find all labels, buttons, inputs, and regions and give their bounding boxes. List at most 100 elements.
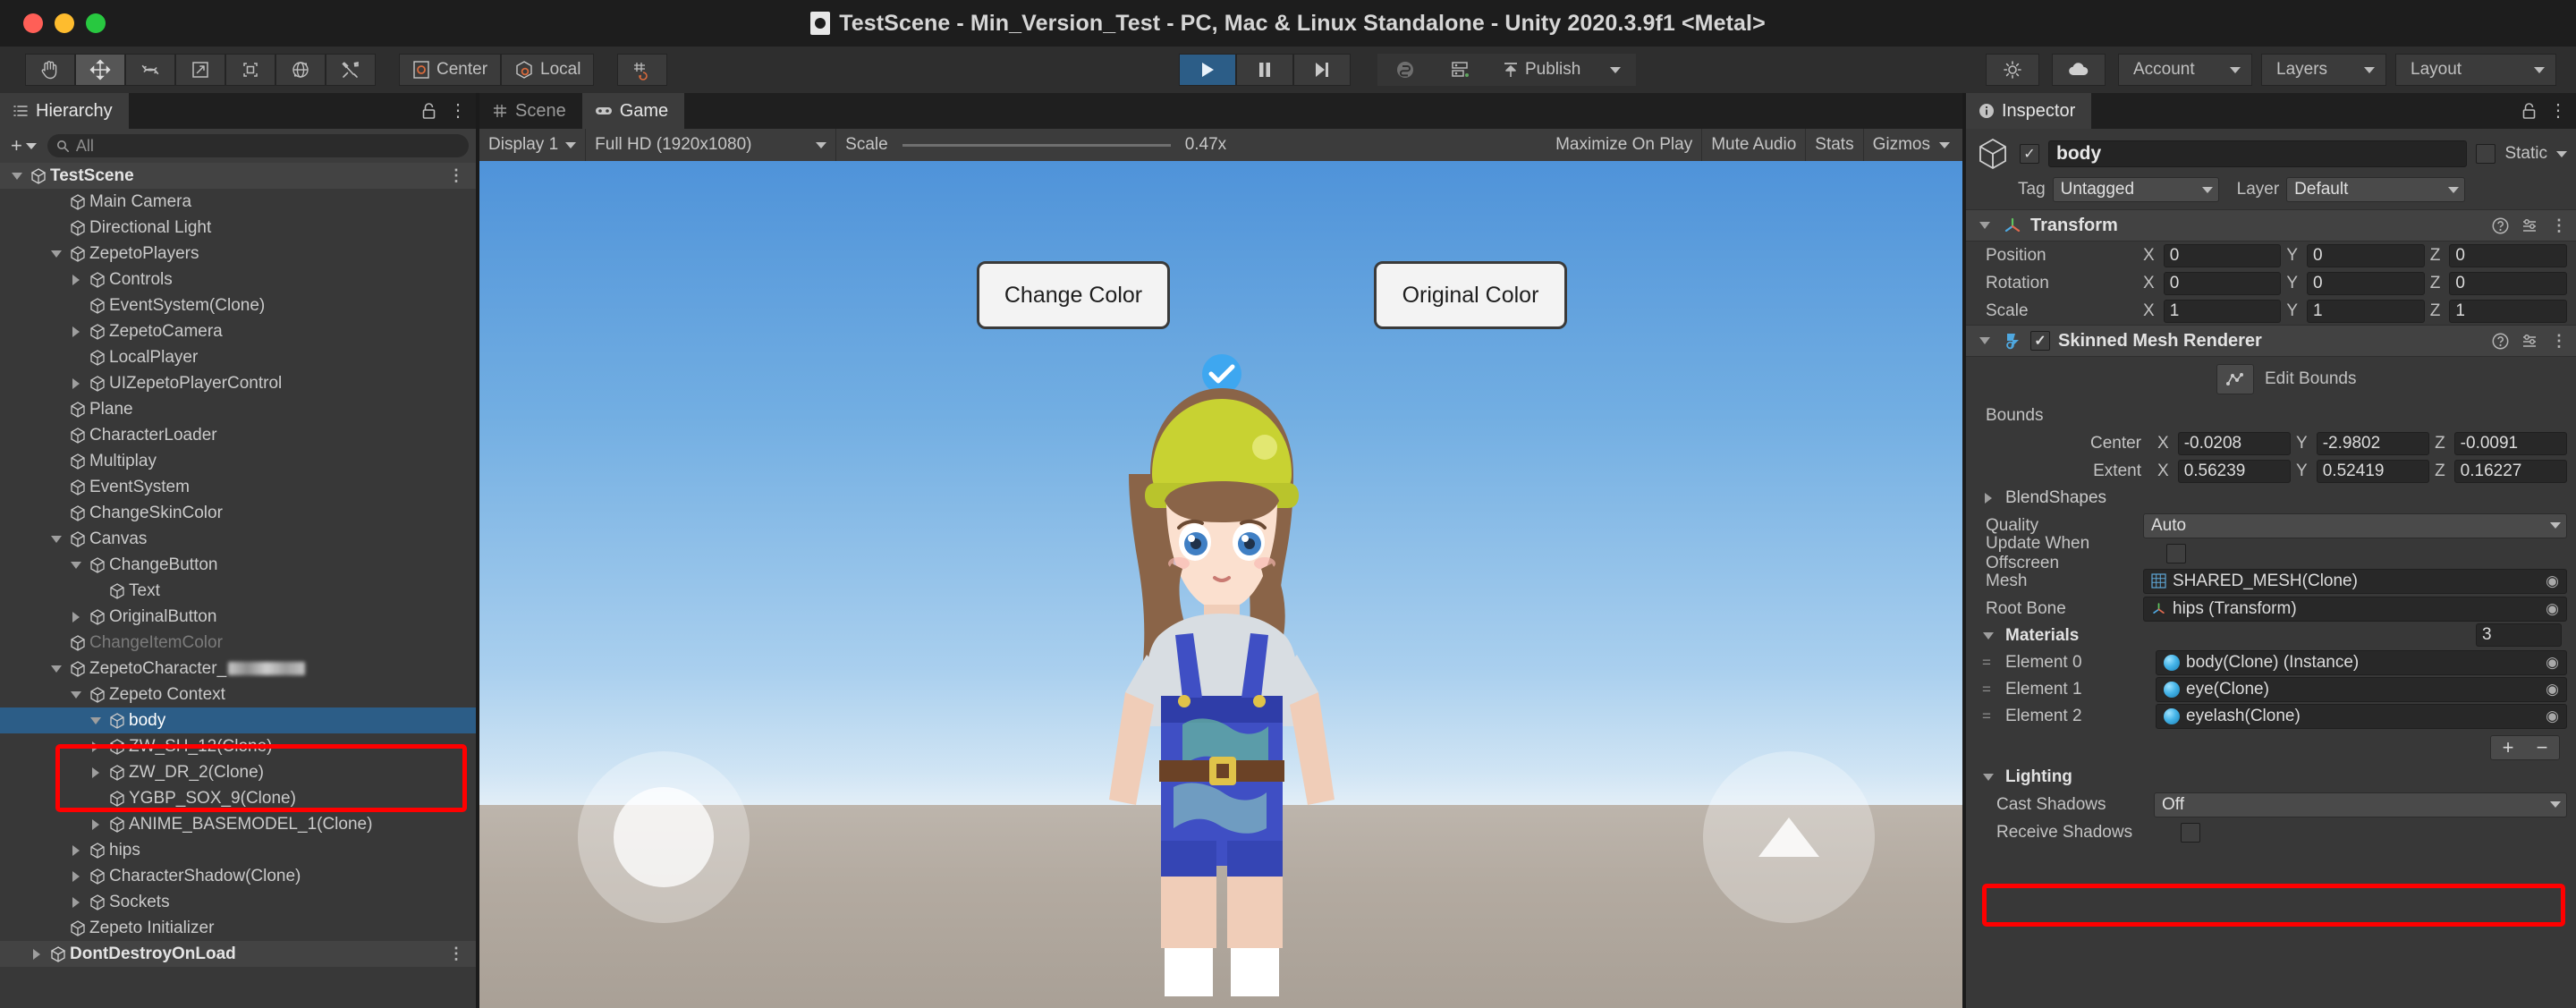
scale-tool-button[interactable] (175, 54, 225, 86)
play-button[interactable] (1179, 54, 1236, 86)
original-color-button[interactable]: Original Color (1374, 261, 1567, 329)
move-tool-button[interactable] (75, 54, 125, 86)
hierarchy-item-zw-dr-2-clone[interactable]: ZW_DR_2(Clone) (0, 759, 476, 785)
hierarchy-item-testscene[interactable]: TestScene ⋮ (0, 163, 476, 189)
hierarchy-item-dontdestroyonload[interactable]: DontDestroyOnLoad ⋮ (0, 941, 476, 967)
twirl-right-icon[interactable] (86, 741, 106, 752)
grid-snap-button[interactable] (617, 54, 668, 86)
help-icon[interactable] (2492, 217, 2509, 234)
jump-button[interactable] (1703, 751, 1875, 923)
hierarchy-tree[interactable]: TestScene ⋮ Main Camera Directional Light Ze… (0, 163, 476, 1008)
twirl-down-icon[interactable] (66, 561, 86, 569)
mute-audio-toggle[interactable]: Mute Audio (1702, 129, 1807, 161)
twirl-right-icon[interactable] (86, 818, 106, 830)
scene-visibility-icon[interactable] (1986, 54, 2039, 86)
rect-tool-button[interactable] (225, 54, 275, 86)
twirl-down-icon[interactable] (47, 250, 66, 258)
static-checkbox[interactable] (2476, 144, 2496, 164)
scale-z-field[interactable]: 1 (2449, 299, 2567, 323)
twirl-right-icon[interactable] (66, 896, 86, 908)
lock-icon[interactable] (2521, 102, 2537, 120)
gizmos-dropdown-button[interactable] (1936, 129, 1962, 161)
material-picker-icon[interactable]: ◉ (2546, 681, 2559, 699)
resolution-dropdown[interactable]: Full HD (1920x1080) (586, 129, 837, 161)
help-icon[interactable] (2492, 333, 2509, 350)
hand-tool-button[interactable] (25, 54, 75, 86)
smr-menu-icon[interactable]: ⋮ (2551, 333, 2567, 349)
scale-slider-group[interactable]: Scale 0.47x (836, 129, 1546, 161)
material-add-remove-buttons[interactable]: + − (2490, 735, 2560, 760)
minimize-button[interactable] (55, 13, 74, 33)
create-object-button[interactable]: + (7, 134, 40, 157)
static-dropdown-caret[interactable] (2556, 150, 2567, 157)
close-button[interactable] (23, 13, 43, 33)
twirl-right-icon[interactable] (66, 326, 86, 337)
hierarchy-item-localplayer[interactable]: LocalPlayer (0, 344, 476, 370)
rotation-y-field[interactable]: 0 (2307, 271, 2425, 295)
hierarchy-item-eventsystem-clone[interactable]: EventSystem(Clone) (0, 292, 476, 318)
material-element-0[interactable]: = Element 0 body(Clone) (Instance) ◉ (1966, 649, 2576, 676)
transform-tool-button[interactable] (275, 54, 326, 86)
twirl-down-icon[interactable] (86, 716, 106, 724)
mesh-object-field[interactable]: SHARED_MESH(Clone) ◉ (2143, 568, 2567, 594)
transform-menu-icon[interactable]: ⋮ (2551, 217, 2567, 233)
twirl-right-icon[interactable] (86, 767, 106, 778)
hierarchy-item-anime-basemodel-1-clone[interactable]: ANIME_BASEMODEL_1(Clone) (0, 811, 476, 837)
scale-slider[interactable] (902, 143, 1171, 147)
smr-foldout[interactable] (1975, 337, 1995, 344)
hierarchy-item-multiplay[interactable]: Multiplay (0, 448, 476, 474)
hierarchy-item-ygbp-sox-9-clone[interactable]: YGBP_SOX_9(Clone) (0, 785, 476, 811)
hierarchy-item-zepetocamera[interactable]: ZepetoCamera (0, 318, 476, 344)
materials-foldout[interactable]: Materials 3 (1966, 623, 2576, 649)
hierarchy-item-zepetoplayers[interactable]: ZepetoPlayers (0, 241, 476, 267)
layer-dropdown[interactable]: Default (2286, 177, 2466, 202)
hierarchy-item-zepeto-initializer[interactable]: Zepeto Initializer (0, 915, 476, 941)
extent-y-field[interactable]: 0.52419 (2316, 459, 2430, 483)
material-drag-handle[interactable]: = (1982, 654, 1998, 672)
hierarchy-item-directional-light[interactable]: Directional Light (0, 215, 476, 241)
custom-editor-tool-button[interactable] (326, 54, 376, 86)
twirl-right-icon[interactable] (66, 844, 86, 856)
collab-icon[interactable] (1377, 54, 1433, 86)
material-element-1[interactable]: = Element 1 eye(Clone) ◉ (1966, 676, 2576, 703)
mesh-picker-icon[interactable]: ◉ (2546, 572, 2559, 590)
twirl-right-icon[interactable] (66, 611, 86, 623)
smr-component-header[interactable]: ✓ Skinned Mesh Renderer ⋮ (1966, 325, 2576, 357)
material-drag-handle[interactable]: = (1982, 681, 1998, 699)
tab-inspector[interactable]: Inspector (1966, 93, 2092, 129)
twirl-right-icon[interactable] (66, 377, 86, 389)
root-bone-object-field[interactable]: hips (Transform) ◉ (2143, 596, 2567, 622)
position-x-field[interactable]: 0 (2163, 243, 2282, 267)
tag-dropdown[interactable]: Untagged (2052, 177, 2219, 202)
hierarchy-item-zw-sh-12-clone[interactable]: ZW_SH_12(Clone) (0, 733, 476, 759)
twirl-down-icon[interactable] (47, 535, 66, 543)
hierarchy-item-uizepetoplayercontrol[interactable]: UIZepetoPlayerControl (0, 370, 476, 396)
pivot-rotation-button[interactable]: Local (501, 54, 595, 86)
display-dropdown[interactable]: Display 1 (479, 129, 587, 161)
movement-joystick[interactable] (578, 751, 750, 923)
twirl-right-icon[interactable] (66, 274, 86, 285)
center-z-field[interactable]: -0.0091 (2453, 431, 2568, 455)
object-name-field[interactable]: body (2048, 140, 2468, 167)
hierarchy-row-menu-icon[interactable]: ⋮ (448, 944, 465, 963)
window-controls[interactable] (23, 13, 106, 33)
maximize-on-play-toggle[interactable]: Maximize On Play (1546, 129, 1703, 161)
hierarchy-search-input[interactable]: All (47, 134, 469, 157)
game-render-surface[interactable]: Change Color Original Color (479, 161, 1962, 1008)
materials-count-field[interactable]: 3 (2476, 623, 2562, 647)
material-object-field[interactable]: eyelash(Clone) ◉ (2156, 704, 2567, 729)
inspector-menu-icon[interactable]: ⋮ (2549, 102, 2567, 120)
joystick-knob[interactable] (614, 787, 714, 887)
pivot-mode-button[interactable]: Center (399, 54, 502, 86)
hierarchy-item-changeitemcolor[interactable]: ChangeItemColor (0, 630, 476, 656)
tab-scene[interactable]: Scene (479, 93, 582, 129)
gizmos-toggle[interactable]: Gizmos (1864, 129, 1936, 161)
preset-icon[interactable] (2521, 217, 2538, 234)
twirl-down-icon[interactable] (66, 690, 86, 699)
hierarchy-item-changeskincolor[interactable]: ChangeSkinColor (0, 500, 476, 526)
hierarchy-menu-icon[interactable]: ⋮ (449, 102, 467, 120)
hierarchy-item-changebutton[interactable]: ChangeButton (0, 552, 476, 578)
tab-game[interactable]: Game (581, 93, 685, 129)
hierarchy-item-canvas[interactable]: Canvas (0, 526, 476, 552)
quality-dropdown[interactable]: Auto (2143, 512, 2567, 538)
